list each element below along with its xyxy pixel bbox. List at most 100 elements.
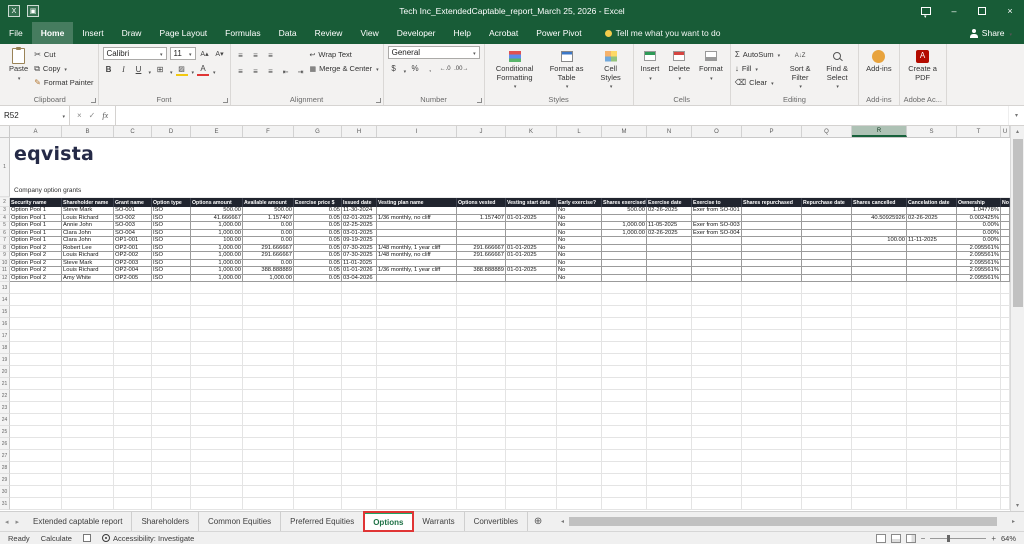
cell-J6[interactable] [457, 230, 506, 238]
cell-P14[interactable] [742, 294, 802, 306]
cell-P9[interactable] [742, 252, 802, 260]
vertical-scrollbar[interactable]: ▴ ▾ [1010, 126, 1024, 511]
cell-O25[interactable] [692, 426, 742, 438]
cell-P24[interactable] [742, 414, 802, 426]
cell-F12[interactable]: 1,000.00 [243, 275, 294, 283]
cell-R28[interactable] [852, 462, 907, 474]
cell-L5[interactable]: No [557, 222, 602, 230]
cell-T7[interactable]: 0.00% [957, 237, 1001, 245]
zoom-slider-thumb[interactable] [947, 535, 950, 542]
cell-P23[interactable] [742, 402, 802, 414]
cell-T22[interactable] [957, 390, 1001, 402]
cell-L7[interactable]: No [557, 237, 602, 245]
cell-K14[interactable] [506, 294, 557, 306]
cell-O19[interactable] [692, 354, 742, 366]
cell-N21[interactable] [647, 378, 692, 390]
cell-E20[interactable] [191, 366, 243, 378]
cell-M28[interactable] [602, 462, 647, 474]
decrease-indent-button[interactable] [280, 65, 292, 78]
cell-N14[interactable] [647, 294, 692, 306]
zoom-out-icon[interactable]: − [921, 534, 926, 543]
cell-R16[interactable] [852, 318, 907, 330]
cell-E7[interactable]: 100.00 [191, 237, 243, 245]
cell-D28[interactable] [152, 462, 191, 474]
cell-C10[interactable]: OP2-003 [114, 260, 152, 268]
cell-C18[interactable] [114, 342, 152, 354]
column-header-E[interactable]: E [191, 126, 243, 137]
cell-J13[interactable] [457, 282, 506, 294]
cell-R25[interactable] [852, 426, 907, 438]
cell-I23[interactable] [377, 402, 457, 414]
cell-C26[interactable] [114, 438, 152, 450]
cell-U23[interactable] [1001, 402, 1010, 414]
column-header-A[interactable]: A [10, 126, 62, 137]
format-cells-button[interactable]: Format [696, 46, 726, 82]
cell-B20[interactable] [62, 366, 114, 378]
cell-K5[interactable] [506, 222, 557, 230]
cell-G7[interactable]: 0.05 [294, 237, 342, 245]
horizontal-scroll-thumb[interactable] [569, 517, 997, 526]
scroll-right-icon[interactable]: ▸ [1009, 518, 1018, 525]
cell-A13[interactable] [10, 282, 62, 294]
cell-S13[interactable] [907, 282, 957, 294]
cell-E19[interactable] [191, 354, 243, 366]
cell-G4[interactable]: 0.05 [294, 215, 342, 223]
cell-S31[interactable] [907, 498, 957, 510]
cell-U25[interactable] [1001, 426, 1010, 438]
cell-C20[interactable] [114, 366, 152, 378]
cell-B14[interactable] [62, 294, 114, 306]
cell-I17[interactable] [377, 330, 457, 342]
column-header-N[interactable]: N [647, 126, 692, 137]
cell-U12[interactable] [1001, 275, 1010, 283]
cell-G29[interactable] [294, 474, 342, 486]
cell-R30[interactable] [852, 486, 907, 498]
row-header-27[interactable]: 27 [0, 450, 10, 462]
cell-E15[interactable] [191, 306, 243, 318]
cell-O12[interactable] [692, 275, 742, 283]
cell-H8[interactable]: 07-30-2025 [342, 245, 377, 253]
table-header-O[interactable]: Exercise to [692, 198, 742, 207]
cell-O4[interactable] [692, 215, 742, 223]
zoom-slider[interactable] [930, 538, 986, 539]
cell-C11[interactable]: OP2-004 [114, 267, 152, 275]
cell-O22[interactable] [692, 390, 742, 402]
underline-button[interactable] [133, 63, 145, 76]
column-header-T[interactable]: T [957, 126, 1001, 137]
cell-C28[interactable] [114, 462, 152, 474]
cell-K15[interactable] [506, 306, 557, 318]
cell-L29[interactable] [557, 474, 602, 486]
column-header-U[interactable]: U [1001, 126, 1010, 137]
cell-C12[interactable]: OP2-005 [114, 275, 152, 283]
cell-Q24[interactable] [802, 414, 852, 426]
cell-P20[interactable] [742, 366, 802, 378]
cell-P7[interactable] [742, 237, 802, 245]
align-left-button[interactable] [235, 65, 247, 78]
cell-S6[interactable] [907, 230, 957, 238]
cell-Q30[interactable] [802, 486, 852, 498]
save-icon[interactable]: ▣ [27, 5, 39, 17]
cell-U3[interactable] [1001, 207, 1010, 215]
cell-K27[interactable] [506, 450, 557, 462]
cell-I26[interactable] [377, 438, 457, 450]
ribbon-tab-page-layout[interactable]: Page Layout [150, 22, 216, 44]
cell-K12[interactable] [506, 275, 557, 283]
cell-R31[interactable] [852, 498, 907, 510]
cell-G28[interactable] [294, 462, 342, 474]
cell-L8[interactable]: No [557, 245, 602, 253]
cell-D7[interactable]: ISO [152, 237, 191, 245]
cell-K22[interactable] [506, 390, 557, 402]
cell-N24[interactable] [647, 414, 692, 426]
cell-M4[interactable] [602, 215, 647, 223]
cell-O13[interactable] [692, 282, 742, 294]
cell-H22[interactable] [342, 390, 377, 402]
cell-J11[interactable]: 388.888889 [457, 267, 506, 275]
cell-H16[interactable] [342, 318, 377, 330]
cell-I19[interactable] [377, 354, 457, 366]
cell-O14[interactable] [692, 294, 742, 306]
cell-F24[interactable] [243, 414, 294, 426]
cell-P4[interactable] [742, 215, 802, 223]
cell-L18[interactable] [557, 342, 602, 354]
cell-S10[interactable] [907, 260, 957, 268]
cell-G13[interactable] [294, 282, 342, 294]
cell-C30[interactable] [114, 486, 152, 498]
